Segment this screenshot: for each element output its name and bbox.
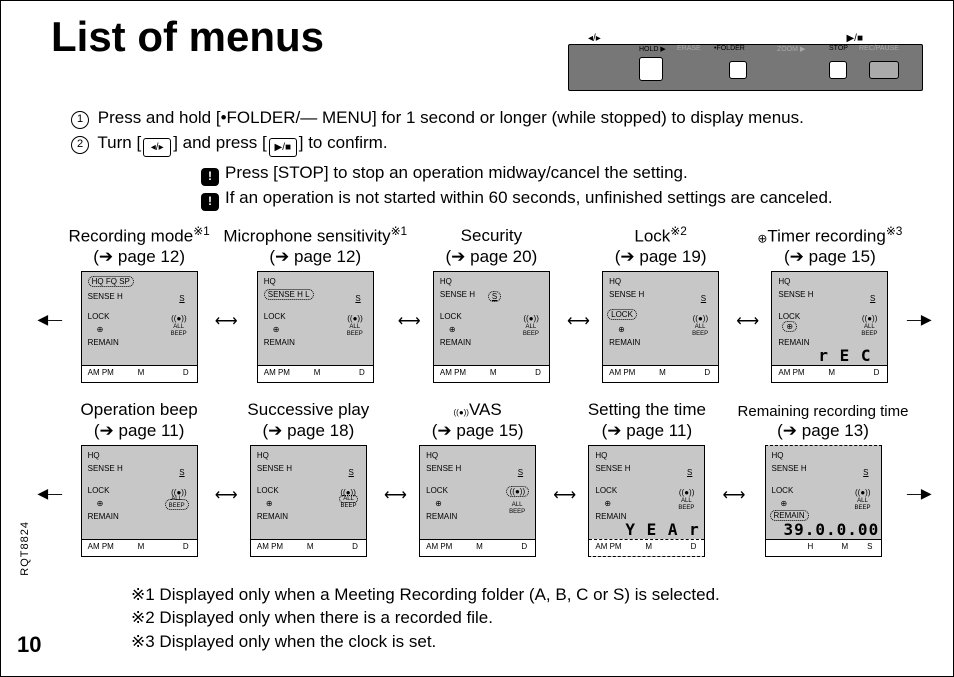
menu-mic-sensitivity: Microphone sensitivity※1(➔ page 12) HQ S…: [233, 221, 398, 383]
device-top-arrow-right: ▶/■: [846, 33, 863, 44]
alert-icon: !: [201, 168, 219, 186]
circled-2-icon: 2: [71, 136, 89, 154]
h-arrow-icon: ⟷: [215, 485, 233, 505]
menu-remaining-time: Remaining recording time(➔ page 13) HQ S…: [741, 395, 906, 557]
lcd-screen: HQ SENSE H S LOCK ⊕ ((●)) ALLBEEP REMAIN…: [588, 445, 705, 557]
menu-row-2: ◀— Operation beep(➔ page 11) HQ SENSE H …: [36, 395, 933, 557]
menu-timer-recording: ⊕Timer recording※3(➔ page 15) HQ SENSE H…: [754, 221, 905, 383]
footnotes: ※1 Displayed only when a Meeting Recordi…: [131, 583, 720, 654]
device-btn-recpause: [869, 61, 899, 79]
manual-page: List of menus ◂/▸ ▶/■ HOLD ▶ ERASE •FOLD…: [0, 0, 954, 677]
h-arrow-icon: ⟷: [567, 311, 585, 331]
lcd-screen: HQ SENSE H S LOCK ⊕ ((●)) ALLBEEP REMAIN…: [81, 445, 198, 557]
menu-operation-beep: Operation beep(➔ page 11) HQ SENSE H S L…: [64, 395, 215, 557]
device-btn-hold: [639, 57, 663, 81]
page-number: 10: [17, 632, 41, 658]
left-wrap-arrow: ◀—: [36, 311, 64, 328]
menu-setting-time: Setting the time(➔ page 11) HQ SENSE H S…: [571, 395, 722, 557]
device-btn-stop: [829, 61, 847, 79]
footnote-2: ※2 Displayed only when there is a record…: [131, 606, 720, 630]
lcd-screen: HQ FQ SP SENSE H S LOCK ⊕ ((●)) ALLBEEP …: [81, 271, 198, 383]
doc-id: RQT8824: [19, 521, 31, 576]
device-label-erase: ERASE: [677, 45, 701, 52]
menu-lock: Lock※2(➔ page 19) HQ SENSE H S LOCK ⊕ ((…: [585, 221, 736, 383]
notes: !Press [STOP] to stop an operation midwa…: [201, 161, 913, 210]
h-arrow-icon: ⟷: [215, 311, 233, 331]
device-label-stop: STOP: [829, 45, 848, 52]
lcd-screen: HQ SENSE H S LOCK ⊕ ((●)) ALLBEEP REMAIN…: [602, 271, 719, 383]
lcd-screen: HQ SENSE H L S LOCK ⊕ ((●)) ALLBEEP REMA…: [257, 271, 374, 383]
step-1: 1 Press and hold [•FOLDER/— MENU] for 1 …: [71, 106, 913, 131]
footnote-3: ※3 Displayed only when the clock is set.: [131, 630, 720, 654]
step-2: 2 Turn [◂/▸] and press [▶/■] to confirm.: [71, 131, 913, 158]
h-arrow-icon: ⟷: [384, 485, 402, 505]
right-wrap-arrow: —▶: [906, 311, 934, 328]
menu-grid: ◀— Recording mode※1(➔ page 12) HQ FQ SP …: [36, 221, 933, 569]
device-label-recpause: REC/PAUSE: [859, 45, 899, 52]
menu-security: Security(➔ page 20) HQ SENSE H S LOCK ⊕ …: [416, 221, 567, 383]
note-1: !Press [STOP] to stop an operation midwa…: [201, 161, 913, 186]
device-top-arrow-left: ◂/▸: [588, 33, 601, 44]
clock-icon: ⊕: [757, 231, 767, 245]
lcd-screen: HQ SENSE H S LOCK ⊕ ((●)) ALLBEEP REMAIN…: [433, 271, 550, 383]
lcd-screen: HQ SENSE H S LOCK ⊕ ((●)) ALLBEEP REMAIN…: [419, 445, 536, 557]
device-label-hold: HOLD ▶: [639, 45, 666, 53]
lcd-screen: HQ SENSE H S LOCK ⊕ ((●)) ALLBEEP REMAIN…: [771, 271, 888, 383]
footnote-1: ※1 Displayed only when a Meeting Recordi…: [131, 583, 720, 607]
left-wrap-arrow: ◀—: [36, 485, 64, 502]
menu-recording-mode: Recording mode※1(➔ page 12) HQ FQ SP SEN…: [64, 221, 215, 383]
h-arrow-icon: ⟷: [553, 485, 571, 505]
jog-icon: ◂/▸: [143, 138, 171, 157]
h-arrow-icon: ⟷: [736, 311, 754, 331]
right-wrap-arrow: —▶: [906, 485, 934, 502]
lcd-screen: HQ SENSE H S LOCK ⊕ ((●)) ALLBEEP REMAIN…: [765, 445, 882, 557]
h-arrow-icon: ⟷: [398, 311, 416, 331]
lcd-screen: HQ SENSE H S LOCK ⊕ ((●)) ALLBEEP REMAIN…: [250, 445, 367, 557]
device-label-folder: •FOLDER: [714, 45, 745, 52]
circled-1-icon: 1: [71, 111, 89, 129]
menu-row-1: ◀— Recording mode※1(➔ page 12) HQ FQ SP …: [36, 221, 933, 383]
note-2: !If an operation is not started within 6…: [201, 186, 913, 211]
device-body: HOLD ▶ ERASE •FOLDER ZOOM ▶ STOP REC/PAU…: [568, 44, 923, 91]
vas-icon: ((●)): [453, 408, 469, 418]
play-stop-icon: ▶/■: [269, 138, 297, 157]
device-btn-folder: [729, 61, 747, 79]
device-illustration: ◂/▸ ▶/■ HOLD ▶ ERASE •FOLDER ZOOM ▶ STOP…: [568, 41, 923, 91]
alert-icon: !: [201, 193, 219, 211]
device-label-zoom: ZOOM ▶: [777, 45, 805, 53]
menu-vas: ((●)) VAS(➔ page 15) HQ SENSE H S LOCK ⊕…: [402, 395, 553, 557]
menu-successive-play: Successive play(➔ page 18) HQ SENSE H S …: [233, 395, 384, 557]
instructions: 1 Press and hold [•FOLDER/— MENU] for 1 …: [71, 106, 913, 211]
h-arrow-icon: ⟷: [723, 485, 741, 505]
